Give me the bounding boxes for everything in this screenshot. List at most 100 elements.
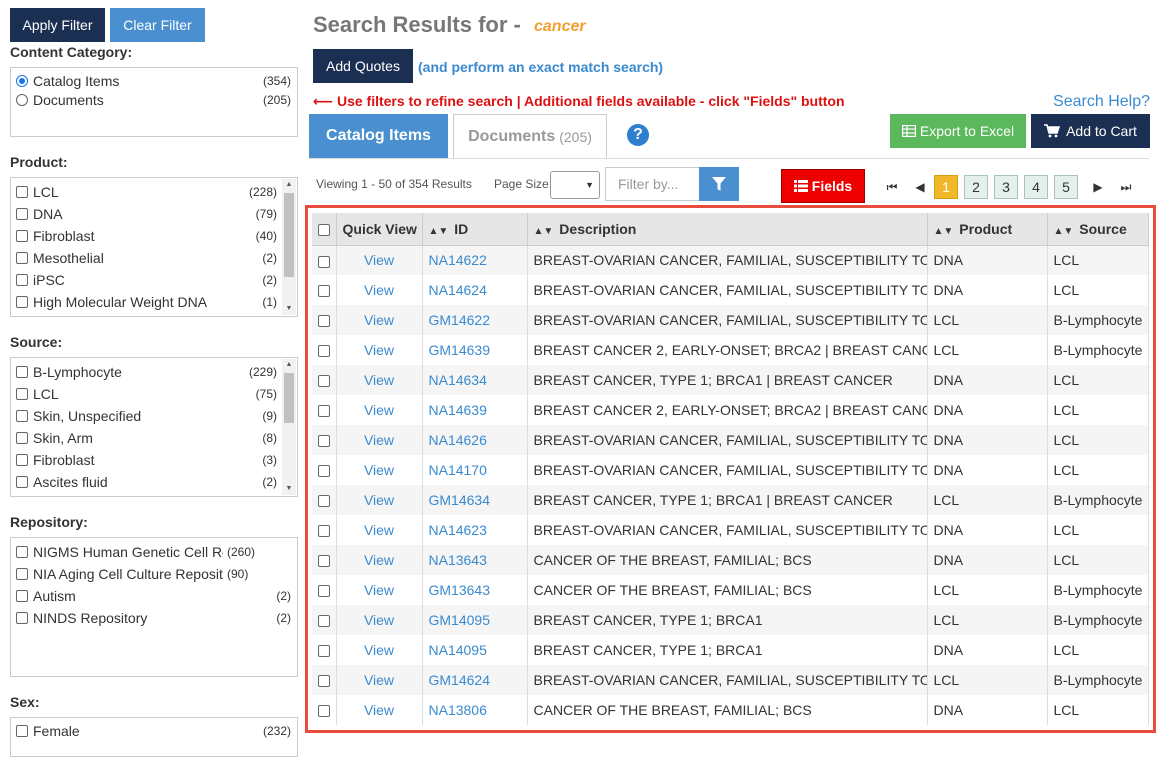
- checkbox[interactable]: [16, 208, 28, 220]
- checkbox[interactable]: [16, 612, 28, 624]
- id-link[interactable]: NA14622: [429, 252, 487, 268]
- source-option[interactable]: Ascites fluid (2): [16, 471, 277, 493]
- view-link[interactable]: View: [364, 612, 394, 628]
- clear-filter-button[interactable]: Clear Filter: [110, 8, 205, 42]
- page-button[interactable]: 5: [1054, 175, 1078, 199]
- checkbox[interactable]: [16, 476, 28, 488]
- repository-option[interactable]: NIGMS Human Genetic Cell Re (260): [16, 541, 291, 563]
- scroll-up-arrow-icon[interactable]: ▲: [282, 359, 296, 371]
- checkbox[interactable]: [16, 410, 28, 422]
- product-option[interactable]: iPSC (2): [16, 269, 277, 291]
- repository-option[interactable]: Autism (2): [16, 585, 291, 607]
- product-header[interactable]: ▲▼ Product: [927, 213, 1048, 246]
- source-scrollbar[interactable]: ▲ ▼: [282, 359, 296, 495]
- scroll-thumb[interactable]: [284, 193, 294, 277]
- id-link[interactable]: NA13643: [429, 552, 487, 568]
- product-option[interactable]: DNA (79): [16, 203, 277, 225]
- radio-button[interactable]: [16, 94, 28, 106]
- view-link[interactable]: View: [364, 432, 394, 448]
- row-checkbox[interactable]: [317, 435, 330, 448]
- row-checkbox[interactable]: [317, 495, 330, 508]
- view-link[interactable]: View: [364, 402, 394, 418]
- row-checkbox[interactable]: [317, 525, 330, 538]
- page-button[interactable]: 4: [1024, 175, 1048, 199]
- product-option[interactable]: LCL (228): [16, 181, 277, 203]
- id-link[interactable]: GM14095: [429, 612, 490, 628]
- filter-button[interactable]: [699, 167, 739, 201]
- id-link[interactable]: NA14626: [429, 432, 487, 448]
- previous-page-icon[interactable]: ◀: [906, 175, 934, 199]
- id-link[interactable]: GM14622: [429, 312, 490, 328]
- checkbox[interactable]: [16, 230, 28, 242]
- source-header[interactable]: ▲▼ Source: [1047, 213, 1149, 246]
- view-link[interactable]: View: [364, 492, 394, 508]
- row-checkbox[interactable]: [317, 705, 330, 718]
- tab-catalog-items[interactable]: Catalog Items: [309, 114, 448, 158]
- page-button[interactable]: 1: [934, 175, 958, 199]
- page-button[interactable]: 2: [964, 175, 988, 199]
- first-page-icon[interactable]: ⏮: [878, 175, 906, 199]
- row-checkbox[interactable]: [317, 615, 330, 628]
- view-link[interactable]: View: [364, 672, 394, 688]
- view-link[interactable]: View: [364, 582, 394, 598]
- source-option[interactable]: Fibroblast (3): [16, 449, 277, 471]
- add-to-cart-button[interactable]: Add to Cart: [1031, 114, 1150, 148]
- checkbox[interactable]: [16, 252, 28, 264]
- row-checkbox[interactable]: [317, 645, 330, 658]
- view-link[interactable]: View: [364, 702, 394, 718]
- view-link[interactable]: View: [364, 552, 394, 568]
- help-question-icon[interactable]: ?: [627, 124, 649, 146]
- row-checkbox[interactable]: [317, 555, 330, 568]
- content-category-option[interactable]: Documents (205): [16, 89, 291, 111]
- search-help-link[interactable]: Search Help?: [1053, 93, 1150, 111]
- view-link[interactable]: View: [364, 372, 394, 388]
- scroll-down-arrow-icon[interactable]: ▼: [282, 483, 296, 495]
- checkbox[interactable]: [16, 366, 28, 378]
- view-link[interactable]: View: [364, 252, 394, 268]
- row-checkbox[interactable]: [317, 285, 330, 298]
- product-option[interactable]: Mesothelial (2): [16, 247, 277, 269]
- id-link[interactable]: GM13643: [429, 582, 490, 598]
- checkbox[interactable]: [16, 590, 28, 602]
- id-link[interactable]: GM14624: [429, 672, 490, 688]
- id-link[interactable]: NA13806: [429, 702, 487, 718]
- view-link[interactable]: View: [364, 312, 394, 328]
- page-size-select[interactable]: ▼: [550, 171, 600, 199]
- row-checkbox[interactable]: [317, 465, 330, 478]
- row-checkbox[interactable]: [317, 585, 330, 598]
- view-link[interactable]: View: [364, 522, 394, 538]
- view-link[interactable]: View: [364, 342, 394, 358]
- add-quotes-button[interactable]: Add Quotes: [313, 49, 413, 83]
- export-excel-button[interactable]: Export to Excel: [890, 114, 1026, 148]
- checkbox[interactable]: [16, 274, 28, 286]
- scroll-thumb[interactable]: [284, 373, 294, 423]
- id-header[interactable]: ▲▼ ID: [422, 213, 528, 246]
- sex-option[interactable]: Female (232): [16, 720, 291, 742]
- source-option[interactable]: Skin, Unspecified (9): [16, 405, 277, 427]
- checkbox[interactable]: [16, 388, 28, 400]
- fields-button[interactable]: Fields: [781, 169, 865, 203]
- checkbox[interactable]: [16, 568, 28, 580]
- source-option[interactable]: Skin, Arm (8): [16, 427, 277, 449]
- id-link[interactable]: NA14095: [429, 642, 487, 658]
- apply-filter-button[interactable]: Apply Filter: [10, 8, 105, 42]
- row-checkbox[interactable]: [317, 375, 330, 388]
- id-link[interactable]: NA14623: [429, 522, 487, 538]
- repository-option[interactable]: NINDS Repository (2): [16, 607, 291, 629]
- checkbox[interactable]: [16, 546, 28, 558]
- repository-option[interactable]: NIA Aging Cell Culture Reposit (90): [16, 563, 291, 585]
- view-link[interactable]: View: [364, 642, 394, 658]
- scroll-up-arrow-icon[interactable]: ▲: [282, 179, 296, 191]
- row-checkbox[interactable]: [317, 405, 330, 418]
- checkbox[interactable]: [16, 186, 28, 198]
- checkbox[interactable]: [16, 432, 28, 444]
- tab-documents[interactable]: Documents (205): [453, 114, 607, 158]
- row-checkbox[interactable]: [317, 345, 330, 358]
- checkbox[interactable]: [16, 725, 28, 737]
- id-link[interactable]: NA14170: [429, 462, 487, 478]
- checkbox[interactable]: [16, 296, 28, 308]
- product-scrollbar[interactable]: ▲ ▼: [282, 179, 296, 315]
- source-option[interactable]: B-Lymphocyte (229): [16, 361, 277, 383]
- row-checkbox[interactable]: [317, 315, 330, 328]
- product-option[interactable]: High Molecular Weight DNA (1): [16, 291, 277, 313]
